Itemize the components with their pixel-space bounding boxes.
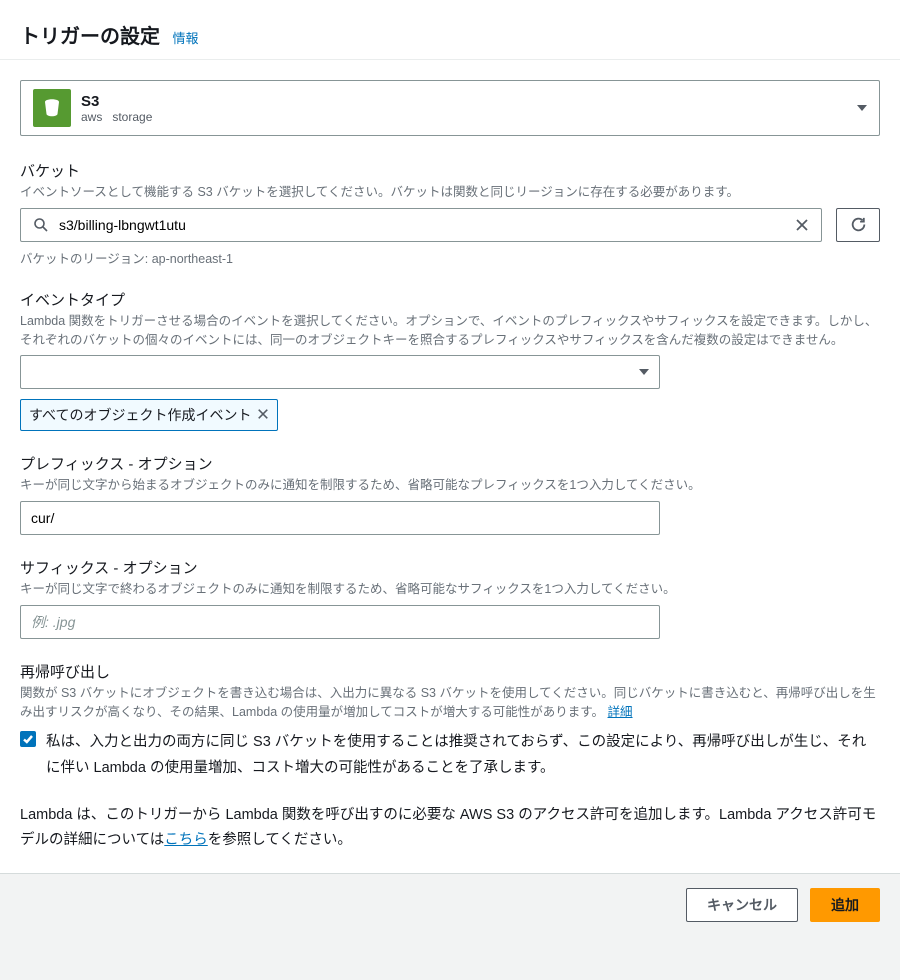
suffix-hint: キーが同じ文字で終わるオブジェクトのみに通知を制限するため、省略可能なサフィック… [20, 580, 880, 599]
page-title: トリガーの設定 [20, 26, 160, 48]
event-type-chip: すべてのオブジェクト作成イベント [20, 399, 278, 431]
bucket-input[interactable] [53, 217, 791, 233]
prefix-label: プレフィックス - オプション [20, 453, 880, 474]
bucket-search[interactable] [20, 208, 822, 242]
bucket-hint: イベントソースとして機能する S3 バケットを選択してください。バケットは関数と… [20, 183, 880, 202]
chevron-down-icon [639, 369, 649, 375]
permissions-note: Lambda は、このトリガーから Lambda 関数を呼び出すのに必要な AW… [20, 803, 880, 852]
refresh-icon [850, 216, 867, 233]
search-icon [29, 213, 53, 237]
prefix-input[interactable] [20, 501, 660, 535]
source-name: S3 [81, 93, 162, 110]
recursive-hint: 関数が S3 バケットにオブジェクトを書き込む場合は、入出力に異なる S3 バケ… [20, 684, 880, 722]
clear-bucket-button[interactable] [791, 214, 813, 236]
bucket-label: バケット [20, 160, 880, 181]
refresh-buckets-button[interactable] [836, 208, 880, 242]
recursive-label: 再帰呼び出し [20, 661, 880, 682]
event-types-hint: Lambda 関数をトリガーさせる場合のイベントを選択してください。オプションで… [20, 312, 880, 350]
submit-button[interactable]: 追加 [810, 888, 880, 922]
panel-header: トリガーの設定 情報 [0, 0, 900, 59]
bucket-region: バケットのリージョン: ap-northeast-1 [20, 248, 880, 267]
info-link[interactable]: 情報 [172, 31, 198, 46]
event-types-label: イベントタイプ [20, 289, 880, 310]
suffix-input[interactable] [20, 605, 660, 639]
suffix-label: サフィックス - オプション [20, 557, 880, 578]
source-meta: awsstorage [81, 110, 162, 124]
check-icon [22, 733, 34, 745]
chevron-down-icon [857, 105, 867, 111]
cancel-button[interactable]: キャンセル [686, 888, 798, 922]
chip-label: すべてのオブジェクト作成イベント [29, 405, 251, 425]
s3-bucket-icon [33, 89, 71, 127]
event-types-select[interactable] [20, 355, 660, 389]
recursive-ack-text: 私は、入力と出力の両方に同じ S3 バケットを使用することは推奨されておらず、こ… [46, 729, 880, 781]
footer-actions: キャンセル 追加 [0, 874, 900, 936]
prefix-hint: キーが同じ文字から始まるオブジェクトのみに通知を制限するため、省略可能なプレフィ… [20, 476, 880, 495]
trigger-source-select[interactable]: S3 awsstorage [20, 80, 880, 136]
chip-remove-button[interactable] [257, 407, 269, 423]
recursive-details-link[interactable]: 詳細 [608, 705, 633, 719]
permissions-model-link[interactable]: こちら [164, 832, 208, 848]
recursive-ack-checkbox[interactable] [20, 731, 36, 747]
